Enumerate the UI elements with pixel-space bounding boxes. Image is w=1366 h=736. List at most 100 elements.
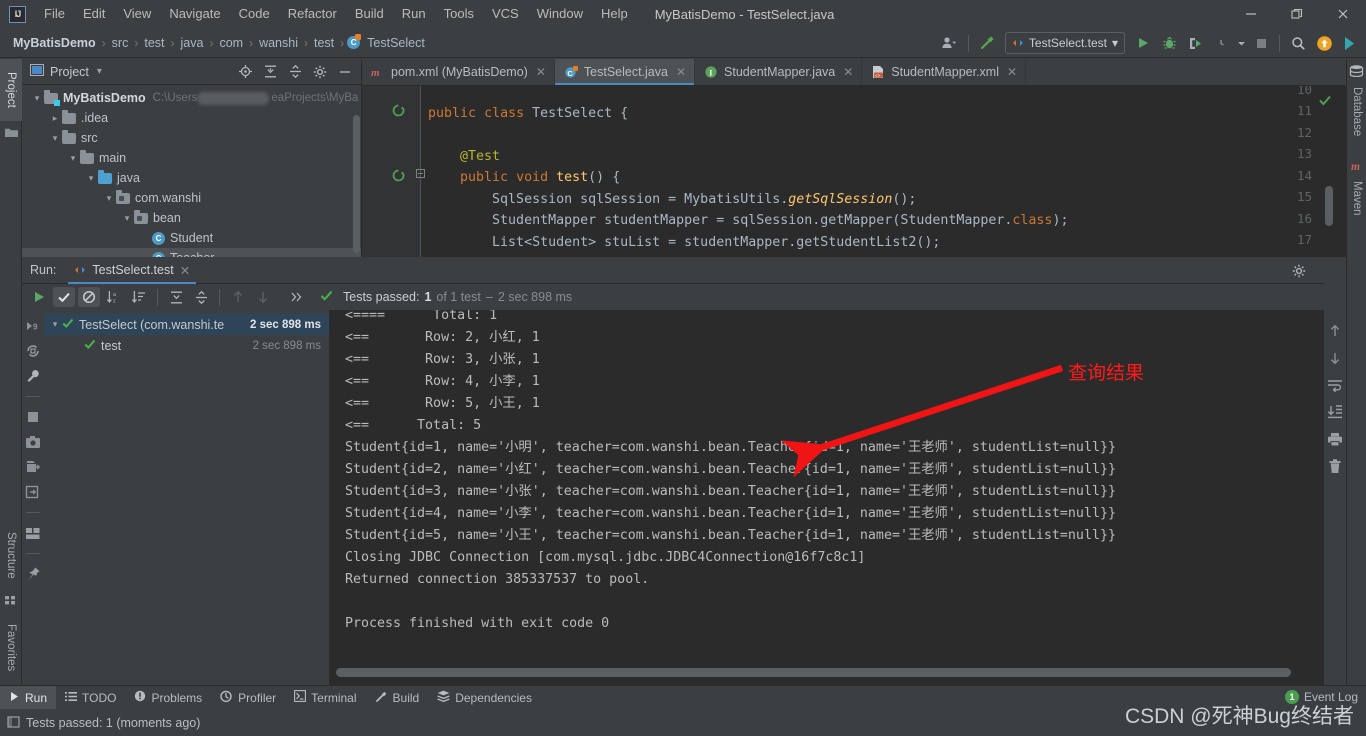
close-icon[interactable]: ✕ xyxy=(676,65,686,79)
menu-item-tools[interactable]: Tools xyxy=(435,2,483,26)
menu-item-window[interactable]: Window xyxy=(528,2,592,26)
right-tool-tab-database[interactable]: Database xyxy=(1347,81,1366,153)
chevron-down-icon[interactable]: ▾ xyxy=(48,319,62,330)
chevron-down-icon[interactable]: ▾ xyxy=(48,133,62,144)
close-button[interactable] xyxy=(1320,0,1366,28)
gear-icon[interactable] xyxy=(308,60,332,84)
up-arrow-icon[interactable] xyxy=(1327,323,1343,339)
debug-icon[interactable] xyxy=(1157,31,1181,55)
stop-icon[interactable] xyxy=(25,409,41,425)
export-test-results-icon[interactable] xyxy=(25,459,41,475)
maximize-button[interactable] xyxy=(1274,0,1320,28)
search-everywhere-icon[interactable] xyxy=(1286,31,1310,55)
soft-wrap-icon[interactable] xyxy=(1327,377,1343,393)
updates-icon[interactable] xyxy=(1312,31,1336,55)
sidebar-item-project[interactable]: Project xyxy=(0,59,22,121)
bottom-tab-todo[interactable]: TODO xyxy=(56,686,125,710)
editor-tab-testselect-java[interactable]: C TestSelect.java ✕ xyxy=(554,59,696,85)
editor-vertical-scrollbar[interactable] xyxy=(1325,186,1333,226)
minimize-button[interactable] xyxy=(1228,0,1274,28)
menu-item-file[interactable]: File xyxy=(35,2,74,26)
show-ignored-tests-toggle[interactable] xyxy=(78,287,100,307)
test-tree-row-method[interactable]: test 2 sec 898 ms xyxy=(44,335,329,356)
chevron-down-icon[interactable]: ▾ xyxy=(102,193,116,204)
close-icon[interactable]: ✕ xyxy=(180,263,190,278)
editor-tab-pom-xml[interactable]: m pom.xml (MyBatisDemo) ✕ xyxy=(362,59,555,85)
run-configuration-selector[interactable]: TestSelect.test ▾ xyxy=(1004,32,1125,54)
collapse-all-icon[interactable] xyxy=(190,287,212,307)
menu-item-help[interactable]: Help xyxy=(592,2,637,26)
tree-item-com-wanshi[interactable]: ▾ com.wanshi xyxy=(22,188,361,208)
test-tree-row-class[interactable]: ▾ TestSelect (com.wanshi.te 2 sec 898 ms xyxy=(44,314,329,335)
breadcrumb-item-java[interactable]: java xyxy=(178,34,207,52)
console-output[interactable]: <==== Total: 1 <== Row: 2, 小红, 1 <== Row… xyxy=(329,310,1346,685)
tree-item-bean[interactable]: ▾ bean xyxy=(22,208,361,228)
run-gutter-icon[interactable] xyxy=(392,104,405,117)
menu-item-vcs[interactable]: VCS xyxy=(483,2,528,26)
chevron-down-icon[interactable]: ▾ xyxy=(120,213,134,224)
settings-gear-icon[interactable] xyxy=(1288,261,1310,281)
rerun-icon[interactable] xyxy=(28,287,50,307)
bottom-tab-run[interactable]: Run xyxy=(0,685,57,710)
sort-by-duration-icon[interactable] xyxy=(128,287,150,307)
editor-tab-studentmapper-xml[interactable]: <> StudentMapper.xml ✕ xyxy=(862,59,1027,85)
breadcrumb-item-project[interactable]: MyBatisDemo xyxy=(10,34,99,52)
project-tree-scrollbar[interactable] xyxy=(353,115,360,253)
clear-all-trash-icon[interactable] xyxy=(1327,458,1343,474)
bottom-tab-profiler[interactable]: Profiler xyxy=(211,686,285,710)
chevron-down-icon[interactable]: ▾ xyxy=(97,66,102,77)
stop-icon[interactable] xyxy=(1249,31,1273,55)
bottom-tab-problems[interactable]: Problems xyxy=(125,686,211,710)
tree-item-student[interactable]: C Student xyxy=(22,228,361,248)
editor-tab-studentmapper-java[interactable]: I StudentMapper.java ✕ xyxy=(695,59,863,85)
chevron-down-icon[interactable]: ▾ xyxy=(30,93,44,104)
menu-item-edit[interactable]: Edit xyxy=(74,2,114,26)
run-with-coverage-icon[interactable] xyxy=(1183,31,1207,55)
code-fold-icon[interactable] xyxy=(416,169,425,181)
hide-window-icon[interactable] xyxy=(333,60,357,84)
breadcrumb-item-wanshi[interactable]: wanshi xyxy=(256,34,301,52)
menu-item-build[interactable]: Build xyxy=(346,2,393,26)
inspection-status-icon[interactable] xyxy=(1318,93,1332,110)
tree-item-mybatisdemo[interactable]: ▾ MyBatisDemo C:\Users eaProjects\MyBa xyxy=(22,88,361,108)
scroll-to-end-icon[interactable] xyxy=(1327,404,1343,420)
run-icon[interactable] xyxy=(1131,31,1155,55)
collapse-all-icon[interactable] xyxy=(283,60,307,84)
tree-item-main[interactable]: ▾ main xyxy=(22,148,361,168)
console-horizontal-scrollbar[interactable] xyxy=(336,668,1291,677)
prev-failed-test-icon[interactable] xyxy=(227,287,249,307)
close-icon[interactable]: ✕ xyxy=(536,65,546,79)
sidebar-item-favorites[interactable]: Favorites xyxy=(0,611,22,685)
chevron-down-icon[interactable] xyxy=(1235,31,1247,55)
breadcrumb-item-test-pkg[interactable]: test xyxy=(311,34,337,52)
bottom-tab-terminal[interactable]: Terminal xyxy=(285,686,365,710)
profile-icon[interactable] xyxy=(1209,31,1233,55)
status-widget-icon[interactable] xyxy=(7,715,21,732)
breadcrumb-item-class[interactable]: TestSelect xyxy=(364,34,428,52)
screenshot-icon[interactable] xyxy=(25,434,41,450)
bottom-tab-build[interactable]: Build xyxy=(366,686,429,710)
tree-item-src[interactable]: ▾ src xyxy=(22,128,361,148)
chevron-down-icon[interactable]: ▾ xyxy=(66,153,80,164)
run-gutter-icon[interactable] xyxy=(392,169,405,182)
sort-alphabetically-icon[interactable]: az xyxy=(103,287,125,307)
breadcrumb-item-src[interactable]: src xyxy=(109,34,132,52)
down-arrow-icon[interactable] xyxy=(1327,350,1343,366)
locate-icon[interactable] xyxy=(233,60,257,84)
import-test-results-icon[interactable] xyxy=(25,484,41,500)
hammer-build-icon[interactable] xyxy=(975,31,999,55)
right-tool-tab-maven[interactable]: Maven xyxy=(1347,175,1366,231)
close-icon[interactable]: ✕ xyxy=(843,65,853,79)
breadcrumb-item-test[interactable]: test xyxy=(141,34,167,52)
code-editor[interactable]: 10 11 12 13 14 15 16 17 public class Tes… xyxy=(362,86,1346,257)
print-icon[interactable] xyxy=(1327,431,1343,447)
ide-help-icon[interactable] xyxy=(1338,31,1362,55)
next-failed-test-icon[interactable] xyxy=(252,287,274,307)
menu-item-navigate[interactable]: Navigate xyxy=(160,2,229,26)
bottom-tab-dependencies[interactable]: Dependencies xyxy=(428,686,541,710)
menu-item-refactor[interactable]: Refactor xyxy=(279,2,346,26)
menu-item-code[interactable]: Code xyxy=(230,2,279,26)
chevron-down-icon[interactable]: ▾ xyxy=(84,173,98,184)
tree-item-java[interactable]: ▾ java xyxy=(22,168,361,188)
expand-all-icon[interactable] xyxy=(258,60,282,84)
